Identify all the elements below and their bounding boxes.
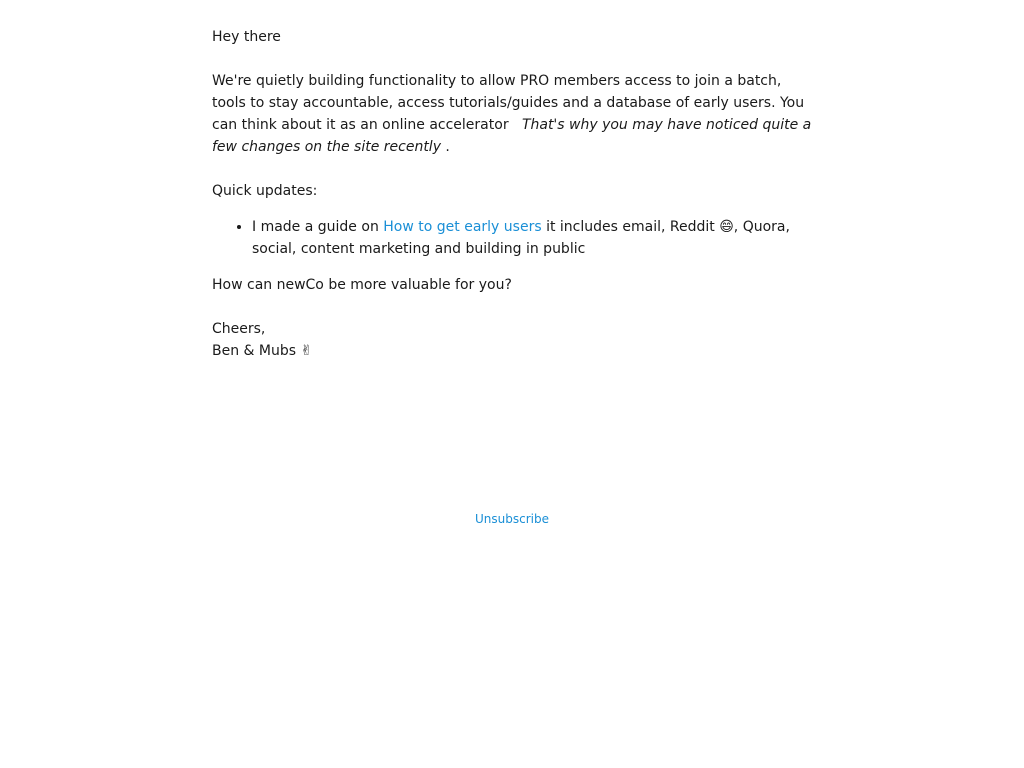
greeting: Hey there (212, 29, 281, 45)
intro-paragraph: We're quietly building functionality to … (212, 73, 812, 155)
footer: Unsubscribe (0, 508, 1024, 530)
signoff: Cheers, (212, 321, 266, 337)
closing-question: How can newCo be more valuable for you? (212, 277, 512, 293)
unsubscribe-link[interactable]: Unsubscribe (475, 512, 549, 526)
email-body: Hey there We're quietly building functio… (212, 26, 812, 362)
update-item: I made a guide on How to get early users… (252, 216, 812, 260)
update-text: I made a guide on (252, 219, 379, 235)
updates-list: I made a guide on How to get early users… (212, 216, 812, 260)
updates-label: Quick updates: (212, 183, 318, 199)
signature: Ben & Mubs ✌ (212, 343, 313, 359)
early-users-guide-link[interactable]: How to get early users (383, 219, 541, 235)
